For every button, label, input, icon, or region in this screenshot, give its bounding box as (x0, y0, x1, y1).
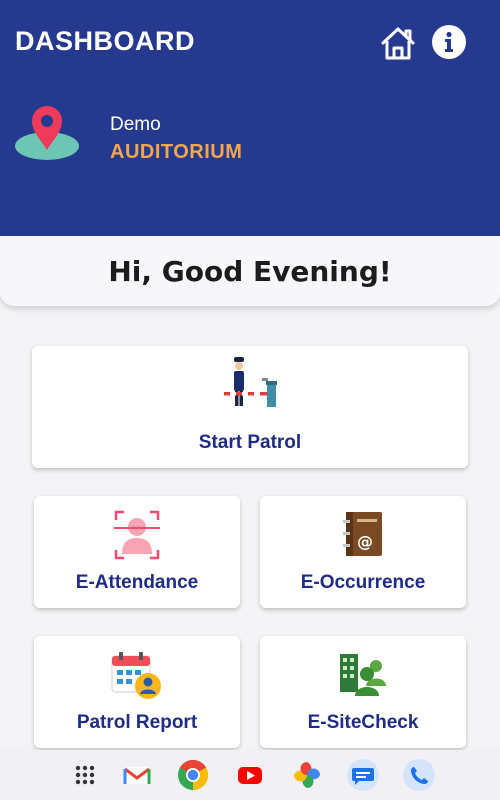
site-name: Demo (110, 114, 161, 135)
home-icon[interactable] (378, 24, 418, 62)
calendar-user-icon (110, 650, 164, 700)
guard-barrier-icon (224, 356, 280, 412)
chrome-icon[interactable] (176, 758, 210, 792)
greeting-text: Hi, Good Evening! (108, 254, 392, 288)
info-icon[interactable] (432, 25, 466, 59)
messages-icon[interactable] (346, 758, 380, 792)
notebook-email-icon: @ (342, 510, 384, 558)
e-occurrence-button[interactable]: @ E-Occurrence (260, 496, 466, 608)
start-patrol-label: Start Patrol (198, 432, 302, 453)
app-drawer-icon[interactable] (68, 758, 102, 792)
svg-text:@: @ (357, 532, 373, 551)
header: DASHBOARD Demo AUDITORIUM (0, 0, 500, 236)
building-users-icon (338, 652, 388, 698)
patrol-report-button[interactable]: Patrol Report (34, 636, 240, 748)
start-patrol-button[interactable]: Start Patrol (32, 346, 468, 468)
phone-icon[interactable] (402, 758, 436, 792)
page-title: DASHBOARD (15, 26, 195, 56)
youtube-icon[interactable] (233, 758, 267, 792)
e-attendance-button[interactable]: E-Attendance (34, 496, 240, 608)
e-occurrence-label: E-Occurrence (300, 572, 426, 593)
face-scan-icon (114, 510, 160, 560)
e-sitecheck-button[interactable]: E-SiteCheck (260, 636, 466, 748)
e-sitecheck-label: E-SiteCheck (307, 712, 419, 733)
photos-icon[interactable] (290, 758, 324, 792)
greeting-card: Hi, Good Evening! (0, 236, 500, 306)
site-location: AUDITORIUM (110, 141, 243, 163)
map-pin-icon (14, 100, 80, 162)
app-dock (0, 750, 500, 800)
patrol-report-label: Patrol Report (76, 712, 198, 733)
e-attendance-label: E-Attendance (75, 572, 199, 593)
gmail-icon[interactable] (120, 758, 154, 792)
